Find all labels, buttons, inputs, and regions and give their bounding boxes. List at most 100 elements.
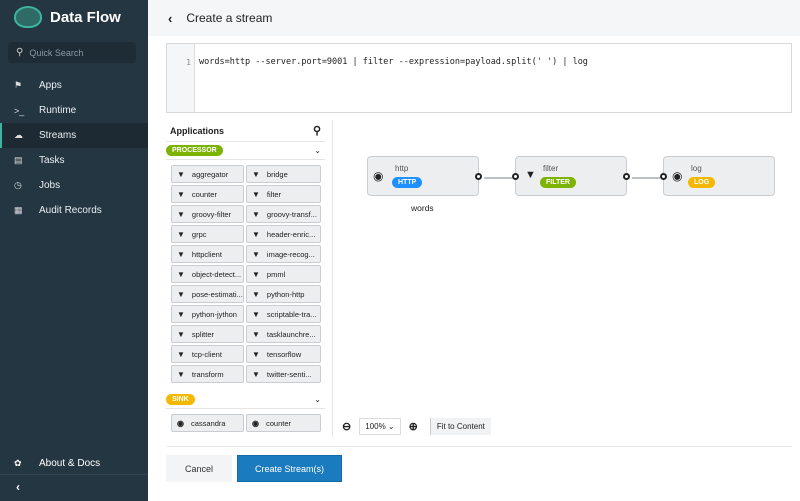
stream-graph-canvas[interactable]: ◉ http HTTP ▼ filter FILTER ◉ log LOG wo… [332,120,792,437]
filter-icon: ▼ [252,169,260,179]
app-item-label: transform [191,369,224,379]
zoom-toolbar: ⊖ 100% ⌄ ⊕ Fit to Content [342,418,491,435]
tasks-icon: ▤ [14,155,23,165]
logo[interactable]: Data Flow [14,6,121,28]
node-log[interactable]: ◉ log LOG [660,156,775,196]
app-item[interactable]: ▼ filter [246,185,321,203]
applications-palette: Applications ⚲ PROCESSOR ⌄ ▼ aggregator ▼ bri… [166,120,325,437]
app-item[interactable]: ▼ object-detect... [171,265,244,283]
quick-search-input[interactable]: ⚲ Quick Search [8,42,136,63]
sidebar-item-runtime[interactable]: >_ Runtime [0,98,148,123]
input-port[interactable] [660,173,667,180]
filter-icon: ▼ [177,349,185,359]
app-item[interactable]: ▼ scriptable-tra... [246,305,321,323]
filter-icon: ▼ [177,169,185,179]
app-item[interactable]: ▼ grpc [171,225,244,243]
filter-icon: ▼ [252,369,260,379]
app-item[interactable]: ▼ groovy-filter [171,205,244,223]
sidebar-item-streams[interactable]: ☁ Streams [0,123,148,148]
app-item[interactable]: ▼ header-enric... [246,225,321,243]
app-item-label: scriptable-tra... [266,309,317,319]
chevron-down-icon[interactable]: ⌄ [314,395,321,404]
app-item[interactable]: ▼ bridge [246,165,321,183]
app-item-label: grpc [191,229,207,239]
output-port[interactable] [623,173,630,180]
app-item-label: python-jython [191,309,237,319]
app-item[interactable]: ▼ counter [171,185,244,203]
back-icon[interactable]: ‹ [168,11,172,26]
sidebar-item-audit-records[interactable]: ▦ Audit Records [0,198,148,223]
node-badge: LOG [688,177,716,188]
collapse-sidebar-icon[interactable]: ‹ [16,480,20,494]
zoom-level-select[interactable]: 100% ⌄ [359,418,401,435]
sidebar-item-tasks[interactable]: ▤ Tasks [0,148,148,173]
app-item-label: pmml [266,269,286,279]
page-header: ‹ Create a stream [148,0,800,36]
filter-icon: ▼ [252,269,260,279]
app-item-label: splitter [191,329,215,339]
chevron-down-icon[interactable]: ⌄ [314,146,321,155]
app-item[interactable]: ▼ pose-estimati... [171,285,244,303]
tags-icon: ⚑ [14,80,23,90]
app-item[interactable]: ▼ tasklaunchre... [246,325,321,343]
stream-dsl-editor[interactable]: 1 words=http --server.port=9001 | filter… [166,43,792,113]
app-item[interactable]: ▼ tensorflow [246,345,321,363]
app-item[interactable]: ▼ transform [171,365,244,383]
app-item-label: httpclient [191,249,222,259]
app-item-label: tcp-client [191,349,222,359]
node-http[interactable]: ◉ http HTTP [367,156,482,196]
app-item[interactable]: ▼ image-recog... [246,245,321,263]
filter-icon: ▼ [252,349,260,359]
zoom-in-icon[interactable]: ⊕ [409,420,418,433]
filter-icon: ▼ [177,289,185,299]
sidebar-item-about[interactable]: ✿ About & Docs [0,452,148,475]
app-item-label: object-detect... [191,269,242,279]
app-item-label: bridge [266,169,288,179]
app-item-label: counter [191,189,217,199]
filter-icon: ▼ [177,329,185,339]
filter-icon: ▼ [177,309,185,319]
app-item[interactable]: ▼ python-jython [171,305,244,323]
sink-icon: ◉ [672,169,683,183]
app-item-label: filter [266,189,282,199]
link [484,177,512,179]
create-streams-button[interactable]: Create Stream(s) [237,455,342,482]
page-title: Create a stream [186,11,273,25]
app-item[interactable]: ◉ counter [246,414,321,432]
sidebar-item-jobs[interactable]: ◷ Jobs [0,173,148,198]
sink-icon: ◉ [177,418,184,428]
cancel-button[interactable]: Cancel [166,455,232,482]
app-item[interactable]: ▼ tcp-client [171,345,244,363]
node-badge: HTTP [392,177,423,188]
app-item-label: twitter-senti... [266,369,312,379]
node-filter[interactable]: ▼ filter FILTER [512,156,630,196]
app-item-label: counter [265,418,292,428]
search-icon[interactable]: ⚲ [313,124,321,137]
app-item[interactable]: ▼ groovy-transf... [246,205,321,223]
zoom-out-icon[interactable]: ⊖ [342,420,351,433]
sidebar: Data Flow ⚲ Quick Search ⚑ Apps >_ Runtime … [0,0,148,501]
app-item[interactable]: ▼ python-http [246,285,321,303]
sink-badge: SINK [166,394,195,405]
app-item-label: groovy-filter [191,209,232,219]
stream-name-label: words [411,203,434,213]
app-item[interactable]: ◉ cassandra [171,414,244,432]
cloud-icon: ☁ [14,130,23,140]
dsl-code[interactable]: words=http --server.port=9001 | filter -… [195,44,588,112]
filter-icon: ▼ [252,309,260,319]
filter-icon: ▼ [177,249,185,259]
app-item[interactable]: ▼ splitter [171,325,244,343]
fit-to-content-button[interactable]: Fit to Content [429,418,491,435]
app-item[interactable]: ▼ twitter-senti... [246,365,321,383]
terminal-icon: >_ [14,105,25,116]
output-port[interactable] [475,173,482,180]
input-port[interactable] [512,173,519,180]
app-item[interactable]: ▼ httpclient [171,245,244,263]
sidebar-item-apps[interactable]: ⚑ Apps [0,73,148,98]
app-item-label: aggregator [191,169,229,179]
filter-icon: ▼ [177,189,185,199]
processor-badge: PROCESSOR [166,145,223,156]
app-item[interactable]: ▼ aggregator [171,165,244,183]
app-item[interactable]: ▼ pmml [246,265,321,283]
filter-icon: ▼ [252,329,260,339]
